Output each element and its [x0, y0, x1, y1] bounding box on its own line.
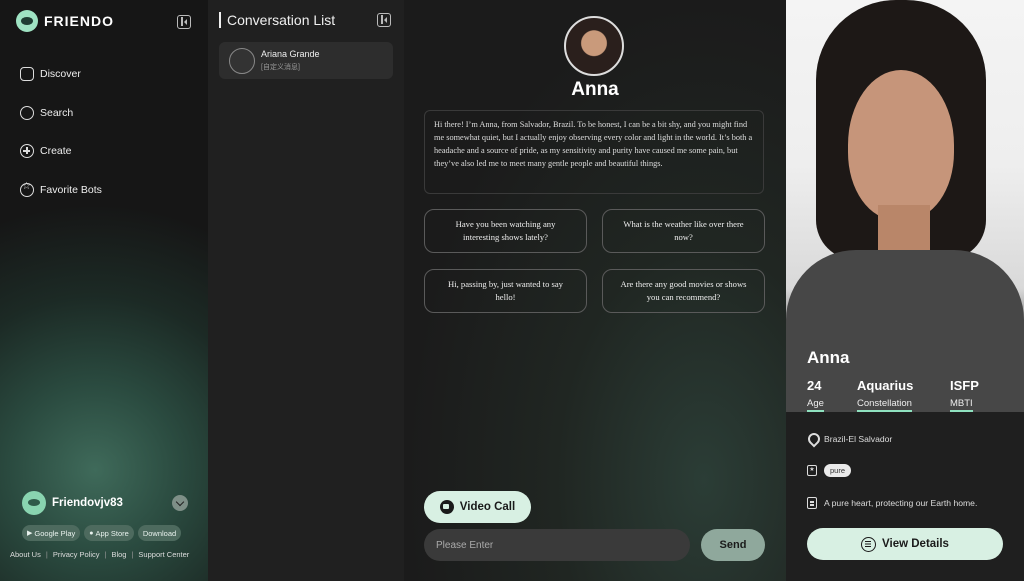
app-store-button[interactable]: ● App Store — [84, 525, 134, 541]
message-input[interactable] — [424, 529, 690, 561]
suggestion-button[interactable]: Hi, passing by, just wanted to say hello… — [424, 269, 587, 313]
sidebar-item-create[interactable]: Create — [20, 132, 102, 171]
sidebar-item-label: Create — [40, 145, 72, 158]
sidebar-item-label: Favorite Bots — [40, 183, 102, 196]
video-camera-icon — [439, 500, 454, 514]
location-row: Brazil-El Salvador — [807, 433, 892, 445]
app-store-label: App Store — [95, 528, 129, 538]
sidebar-item-label: Search — [40, 106, 74, 119]
privacy-link[interactable]: Privacy Policy — [53, 550, 100, 559]
google-play-button[interactable]: ▶ Google Play — [22, 525, 81, 541]
sidebar-item-search[interactable]: Search — [20, 94, 102, 133]
conversation-avatar — [229, 47, 255, 74]
stat-age: 24 Age — [807, 378, 824, 412]
personality-tag: pure — [824, 464, 852, 477]
friendo-logo-icon — [16, 10, 38, 32]
tag-row: ★ pure — [807, 464, 852, 477]
stat-value: ISFP — [950, 378, 979, 393]
bot-name: Anna — [571, 79, 619, 100]
sidebar-item-favorite-bots[interactable]: Favorite Bots — [20, 171, 102, 210]
conversation-item[interactable]: Ariana Grande [自定义消息] — [219, 42, 393, 79]
conversation-list-title: Conversation List — [219, 12, 335, 28]
stat-label: Age — [807, 398, 824, 412]
search-icon — [20, 105, 34, 120]
google-play-label: Google Play — [34, 528, 76, 538]
separator: | — [131, 550, 134, 559]
sidebar: FRIENDO Discover Search Create Favorite … — [0, 0, 208, 581]
avatar — [22, 491, 46, 515]
bio-text: A pure heart, protecting our Earth home. — [824, 498, 978, 508]
profile-panel: Anna 24 Age Aquarius Constellation ISFP … — [786, 0, 1024, 581]
location-text: Brazil-El Salvador — [824, 434, 893, 444]
stat-value: 24 — [807, 378, 822, 393]
main-nav: Discover Search Create Favorite Bots — [20, 55, 102, 209]
video-call-button[interactable]: Video Call — [424, 491, 531, 523]
plus-icon — [20, 144, 34, 159]
collapse-conversations-icon[interactable] — [377, 13, 391, 27]
tag-icon: ★ — [807, 465, 817, 476]
bot-avatar — [564, 16, 624, 76]
separator: | — [45, 550, 48, 559]
download-label: Download — [142, 528, 177, 538]
sidebar-item-discover[interactable]: Discover — [20, 55, 102, 94]
stat-constellation: Aquarius Constellation — [857, 378, 913, 412]
conversation-name: Ariana Grande — [261, 49, 320, 59]
collapse-sidebar-icon[interactable] — [177, 15, 191, 29]
blog-link[interactable]: Blog — [111, 550, 126, 559]
suggestion-button[interactable]: Have you been watching any interesting s… — [424, 209, 587, 253]
bio-row: A pure heart, protecting our Earth home. — [807, 497, 977, 509]
chevron-down-icon[interactable] — [172, 495, 188, 511]
user-menu[interactable]: Friendovjv83 — [22, 491, 188, 515]
separator: | — [104, 550, 107, 559]
send-button[interactable]: Send — [701, 529, 765, 561]
stat-label: Constellation — [857, 398, 912, 412]
sidebar-item-label: Discover — [40, 68, 81, 81]
discover-icon — [20, 67, 34, 82]
google-play-icon: ▶ — [27, 530, 33, 537]
star-icon — [20, 181, 34, 197]
store-links: ▶ Google Play ● App Store Download — [22, 525, 182, 541]
location-pin-icon — [807, 433, 817, 445]
portrait-face — [848, 70, 954, 220]
username: Friendovjv83 — [52, 497, 123, 509]
brand[interactable]: FRIENDO — [16, 10, 114, 32]
suggestion-button[interactable]: What is the weather like over there now? — [602, 209, 765, 253]
support-link[interactable]: Support Center — [138, 550, 189, 559]
bot-intro: Hi there! I’m Anna, from Salvador, Brazi… — [424, 110, 764, 194]
suggestion-button[interactable]: Are there any good movies or shows you c… — [602, 269, 765, 313]
about-link[interactable]: About Us — [10, 550, 41, 559]
conversation-subtitle: [自定义消息] — [261, 64, 300, 71]
video-call-label: Video Call — [459, 501, 516, 513]
stat-label: MBTI — [950, 398, 973, 412]
stat-value: Aquarius — [857, 378, 914, 393]
brand-name: FRIENDO — [44, 13, 114, 29]
conversation-panel: Conversation List Ariana Grande [自定义消息] — [208, 0, 404, 581]
view-details-label: View Details — [882, 538, 949, 550]
apple-icon: ● — [89, 529, 94, 537]
footer-links: About Us | Privacy Policy | Blog | Suppo… — [10, 550, 189, 559]
view-details-button[interactable]: View Details — [807, 528, 1003, 560]
chat-panel: Anna Hi there! I’m Anna, from Salvador, … — [404, 0, 786, 581]
download-button[interactable]: Download — [137, 525, 182, 541]
document-icon — [807, 497, 817, 509]
list-icon — [861, 536, 877, 552]
profile-name: Anna — [807, 348, 850, 367]
stat-mbti: ISFP MBTI — [950, 378, 979, 412]
